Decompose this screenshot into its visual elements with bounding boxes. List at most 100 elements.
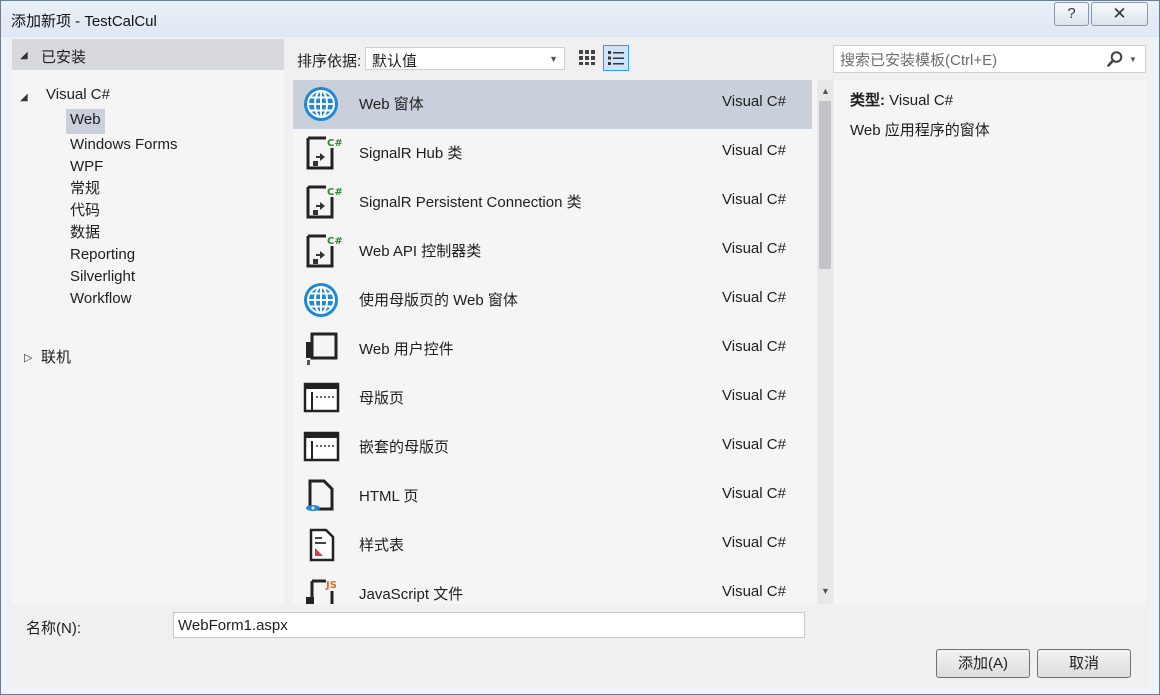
master-page-icon (302, 428, 342, 466)
tree-item[interactable]: Workflow (66, 290, 135, 307)
svg-text:JS: JS (325, 580, 337, 591)
template-description: Web 应用程序的窗体 (850, 122, 990, 139)
template-language: Visual C# (722, 534, 786, 551)
sort-label: 排序依据: (297, 53, 362, 70)
list-view-icon (608, 51, 624, 65)
template-name: 母版页 (359, 390, 405, 407)
template-item[interactable]: 使用母版页的 Web 窗体 Visual C# (293, 276, 812, 325)
tree-item-row[interactable]: WPF (66, 156, 182, 178)
tree-item-row[interactable]: 常规 (66, 178, 182, 200)
chevron-down-icon: ▼ (549, 54, 558, 64)
template-language: Visual C# (722, 93, 786, 110)
template-language: Visual C# (722, 240, 786, 257)
user-control-icon (302, 330, 342, 368)
type-line: 类型: Visual C# (850, 89, 953, 110)
tree-item[interactable]: Reporting (66, 246, 139, 263)
template-name: JavaScript 文件 (359, 586, 464, 603)
scroll-up-icon[interactable]: ▲ (821, 86, 830, 96)
grid-view-icon (579, 50, 595, 65)
template-language: Visual C# (722, 387, 786, 404)
svg-text:C#: C# (327, 187, 342, 198)
template-item[interactable]: C# SignalR Persistent Connection 类 Visual … (293, 178, 812, 227)
tree-item[interactable]: 代码 (66, 202, 104, 219)
template-item[interactable]: JS JavaScript 文件 Visual C# (293, 570, 812, 604)
tree-item-row[interactable]: Windows Forms (66, 134, 182, 156)
template-category-tree: ◢ 已安装 ◢ Visual C# Web Windows Forms WPF 常规代… (12, 39, 284, 604)
template-item[interactable]: C# Web API 控制器类 Visual C# (293, 227, 812, 276)
template-language: Visual C# (722, 436, 786, 453)
globe-icon (302, 281, 342, 319)
html-page-icon (302, 477, 342, 515)
tree-item-row[interactable]: Web (66, 109, 182, 134)
template-name: Web 窗体 (359, 96, 424, 113)
add-new-item-dialog: 添加新项 - TestCalCul ? ✕ ◢ 已安装 ◢ Visual C# … (0, 0, 1160, 695)
template-item[interactable]: 嵌套的母版页 Visual C# (293, 423, 812, 472)
vertical-scrollbar[interactable]: ▲ ▼ (817, 80, 833, 604)
template-item[interactable]: 样式表 Visual C# (293, 521, 812, 570)
master-page-icon (302, 379, 342, 417)
tree-item[interactable]: 数据 (66, 224, 104, 241)
tree-item-row[interactable]: Workflow (66, 288, 182, 310)
title-bar[interactable]: 添加新项 - TestCalCul ? ✕ (1, 1, 1159, 37)
tree-item[interactable]: Web (66, 109, 105, 134)
tree-item[interactable]: Silverlight (66, 268, 139, 285)
list-view-button[interactable] (603, 45, 629, 71)
grid-view-button[interactable] (575, 45, 601, 71)
sort-toolbar: 排序依据: 默认值 ▼ (289, 44, 631, 72)
stylesheet-icon (302, 526, 342, 564)
template-language: Visual C# (722, 191, 786, 208)
template-item[interactable]: Web 用户控件 Visual C# (293, 325, 812, 374)
template-item[interactable]: 母版页 Visual C# (293, 374, 812, 423)
template-item[interactable]: HTML 页 Visual C# (293, 472, 812, 521)
template-search-box[interactable]: ▼ (833, 45, 1146, 73)
installed-label: 已安装 (41, 49, 87, 66)
window-title: 添加新项 - TestCalCul (11, 13, 157, 30)
installed-node[interactable]: ◢ 已安装 (12, 39, 284, 70)
tree-item-row[interactable]: 代码 (66, 200, 182, 222)
close-button[interactable]: ✕ (1091, 2, 1148, 26)
template-language: Visual C# (722, 485, 786, 502)
template-name: 使用母版页的 Web 窗体 (359, 292, 518, 309)
visual-csharp-label: Visual C# (46, 86, 110, 103)
template-language: Visual C# (722, 142, 786, 159)
tree-item[interactable]: Windows Forms (66, 136, 182, 153)
collapsed-triangle-icon[interactable]: ▷ (24, 351, 32, 364)
scroll-down-icon[interactable]: ▼ (821, 586, 830, 596)
chevron-down-icon[interactable]: ▼ (1129, 55, 1137, 64)
tree-item[interactable]: WPF (66, 158, 107, 175)
tree-item-row[interactable]: 数据 (66, 222, 182, 244)
tree-item[interactable]: 常规 (66, 180, 104, 197)
name-label: 名称(N): (26, 620, 81, 637)
expanded-triangle-icon[interactable]: ◢ (20, 92, 28, 103)
template-list: Web 窗体 Visual C# C# SignalR Hub 类 Visual C# C… (293, 80, 833, 604)
javascript-file-icon: JS (302, 575, 342, 604)
template-name: Web API 控制器类 (359, 243, 482, 260)
sort-value: 默认值 (372, 53, 418, 70)
csharp-file-icon: C# (302, 183, 343, 221)
csharp-file-icon: C# (302, 134, 343, 172)
svg-text:C#: C# (327, 138, 342, 149)
template-name: SignalR Hub 类 (359, 145, 463, 162)
expanded-triangle-icon[interactable]: ◢ (20, 50, 28, 61)
search-icon[interactable] (1106, 50, 1124, 68)
template-name: 嵌套的母版页 (359, 439, 450, 456)
template-item[interactable]: Web 窗体 Visual C# (293, 80, 812, 129)
tree-item-row[interactable]: Reporting (66, 244, 182, 266)
help-button[interactable]: ? (1054, 2, 1089, 26)
online-node[interactable]: ▷ 联机 (12, 346, 282, 368)
template-language: Visual C# (722, 289, 786, 306)
scroll-thumb[interactable] (819, 101, 831, 269)
online-label: 联机 (41, 349, 72, 366)
template-name: 样式表 (359, 537, 405, 554)
category-list: Web Windows Forms WPF 常规代码数据 Reporting Silver… (66, 109, 182, 310)
add-button[interactable]: 添加(A) (936, 649, 1030, 678)
name-field[interactable] (173, 612, 805, 638)
sort-dropdown[interactable]: 默认值 ▼ (365, 47, 565, 70)
search-input[interactable] (838, 49, 1102, 71)
visual-csharp-node[interactable]: ◢ Visual C# (12, 86, 282, 108)
cancel-button[interactable]: 取消 (1037, 649, 1131, 678)
template-name: HTML 页 (359, 488, 419, 505)
dialog-body: ◢ 已安装 ◢ Visual C# Web Windows Forms WPF 常规代… (9, 37, 1149, 688)
template-item[interactable]: C# SignalR Hub 类 Visual C# (293, 129, 812, 178)
tree-item-row[interactable]: Silverlight (66, 266, 182, 288)
